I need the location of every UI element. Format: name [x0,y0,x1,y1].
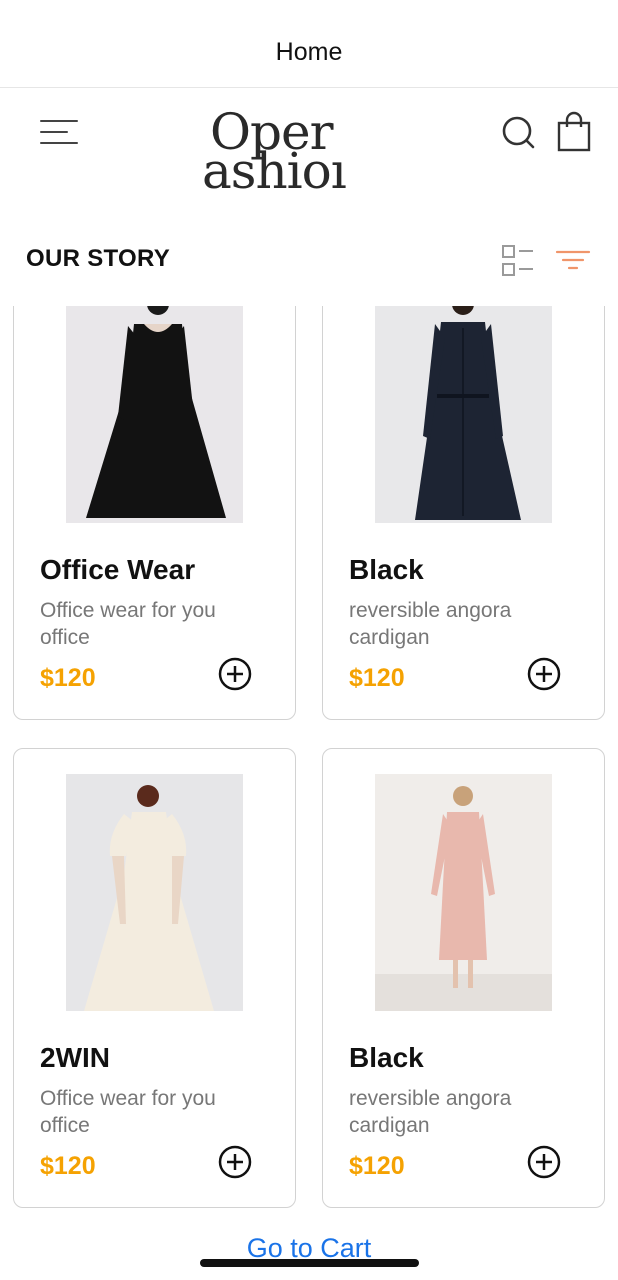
plus-circle-icon[interactable] [217,656,253,692]
app-screen: Home Oper ashioı OUR STORY Office Wear O… [0,0,618,1280]
header: Oper ashioı [0,89,618,219]
plus-circle-icon[interactable] [526,656,562,692]
grid-list-toggle-icon[interactable] [500,243,536,279]
hamburger-menu-icon[interactable] [40,117,80,147]
product-price: $120 [40,1152,96,1180]
product-image [66,774,243,1011]
product-image [375,774,552,1011]
product-name: 2WIN [40,1042,110,1073]
product-card[interactable]: Black reversible angora cardigan $120 [322,306,605,720]
product-card[interactable]: Office Wear Office wear for you office $… [13,306,296,720]
logo-line-2: ashioı [202,142,347,195]
product-image [375,306,552,523]
product-name: Black [349,554,424,585]
product-description: Office wear for you office [40,599,216,649]
plus-circle-icon[interactable] [217,1144,253,1180]
section-header: OUR STORY [0,219,618,299]
search-icon[interactable] [500,114,540,154]
section-title: OUR STORY [26,245,171,272]
product-description: reversible angora cardigan [349,1087,512,1137]
plus-circle-icon[interactable] [526,1144,562,1180]
nav-title: Home [275,38,343,66]
filter-icon[interactable] [555,247,591,275]
home-indicator[interactable] [200,1259,419,1267]
brand-logo[interactable]: Oper ashioı [200,109,365,195]
shopping-bag-icon[interactable] [556,111,592,153]
product-image [66,306,243,523]
product-name: Office Wear [40,554,196,585]
product-price: $120 [349,664,405,692]
product-card[interactable]: 2WIN Office wear for you office $120 [13,748,296,1208]
product-price: $120 [40,664,96,692]
navigation-bar: Home [0,0,618,88]
product-description: Office wear for you office [40,1087,216,1137]
product-grid: Office Wear Office wear for you office $… [0,306,618,1221]
product-name: Black [349,1042,424,1073]
product-card[interactable]: Black reversible angora cardigan $120 [322,748,605,1208]
product-description: reversible angora cardigan [349,599,512,649]
product-price: $120 [349,1152,405,1180]
